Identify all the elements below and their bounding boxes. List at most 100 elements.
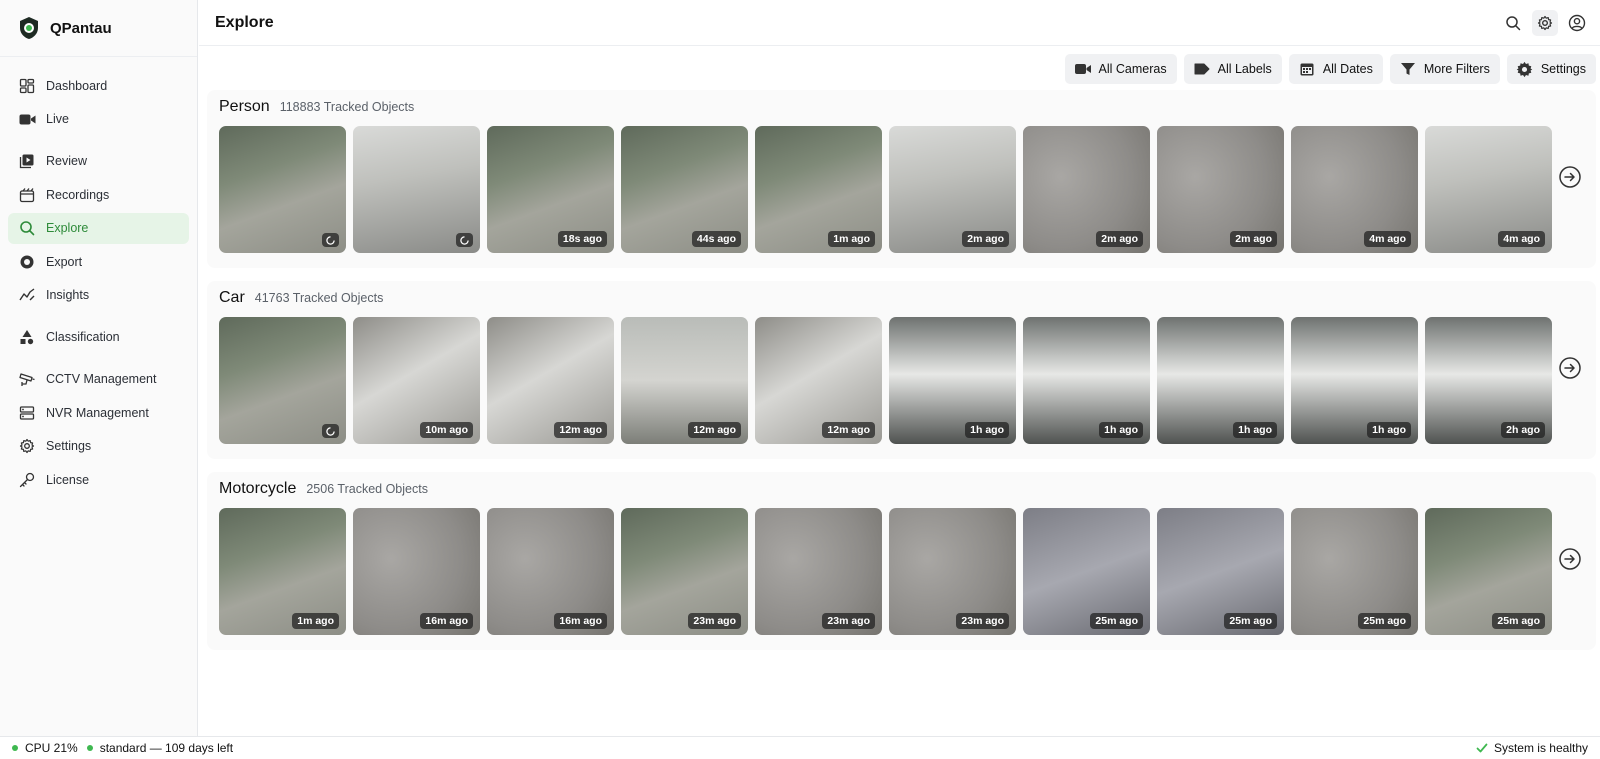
next-arrow-button[interactable] (1558, 547, 1582, 571)
thumbnail-strip: 1m ago 16m ago 16m ago 23m ago 23m ago 23m ag… (219, 508, 1552, 635)
time-ago-badge: 12m ago (822, 422, 875, 438)
section-header: Car 41763 Tracked Objects (219, 289, 383, 307)
tracked-object-thumbnail[interactable] (219, 317, 346, 444)
tracked-object-thumbnail[interactable]: 10m ago (353, 317, 480, 444)
section-motorcycle: Motorcycle 2506 Tracked Objects 1m ago 16… (207, 472, 1596, 650)
arrow-right-circle-icon (1558, 165, 1582, 189)
tracked-object-thumbnail[interactable]: 18s ago (487, 126, 614, 253)
all-labels-label: All Labels (1217, 62, 1272, 76)
tracked-object-thumbnail[interactable]: 12m ago (487, 317, 614, 444)
cpu-usage: CPU 21% (25, 741, 78, 755)
time-ago-badge: 23m ago (956, 613, 1009, 629)
tracked-object-thumbnail[interactable]: 1h ago (1291, 317, 1418, 444)
search-button[interactable] (1500, 10, 1526, 36)
time-ago-badge: 2m ago (1096, 231, 1143, 247)
settings-button[interactable] (1532, 10, 1558, 36)
section-header: Motorcycle 2506 Tracked Objects (219, 480, 428, 498)
sidebar-item-recordings[interactable]: Recordings (8, 179, 189, 210)
tracked-object-thumbnail[interactable]: 2m ago (889, 126, 1016, 253)
gear-icon (1537, 15, 1553, 31)
section-count: 2506 Tracked Objects (306, 482, 428, 496)
shapes-icon (18, 328, 36, 346)
tracked-object-thumbnail[interactable]: 1h ago (1023, 317, 1150, 444)
shield-logo-icon (17, 15, 41, 41)
tracked-object-thumbnail[interactable] (353, 126, 480, 253)
review-icon (18, 152, 36, 170)
tracked-object-thumbnail[interactable] (219, 126, 346, 253)
tracked-object-thumbnail[interactable]: 44s ago (621, 126, 748, 253)
top-header: Explore (199, 0, 1600, 46)
loading-spinner-icon (456, 233, 473, 247)
tracked-object-thumbnail[interactable]: 2h ago (1425, 317, 1552, 444)
sidebar-item-insights[interactable]: Insights (8, 280, 189, 311)
cpu-status-dot (12, 745, 18, 751)
sidebar-item-classification[interactable]: Classification (8, 322, 189, 353)
time-ago-badge: 25m ago (1224, 613, 1277, 629)
time-ago-badge: 12m ago (688, 422, 741, 438)
time-ago-badge: 18s ago (557, 231, 607, 247)
tracked-object-thumbnail[interactable]: 16m ago (487, 508, 614, 635)
account-button[interactable] (1564, 10, 1590, 36)
sidebar-item-live[interactable]: Live (8, 104, 189, 135)
all-cameras-button[interactable]: All Cameras (1064, 54, 1177, 84)
sidebar-item-label: NVR Management (46, 405, 149, 420)
user-circle-icon (1568, 14, 1586, 32)
tracked-object-thumbnail[interactable]: 16m ago (353, 508, 480, 635)
tracked-object-thumbnail[interactable]: 12m ago (755, 317, 882, 444)
time-ago-badge: 1h ago (1099, 422, 1143, 438)
explore-settings-button[interactable]: Settings (1506, 54, 1596, 84)
next-arrow-button[interactable] (1558, 165, 1582, 189)
sidebar-item-label: Classification (46, 330, 120, 344)
all-labels-button[interactable]: All Labels (1183, 54, 1282, 84)
sidebar-item-review[interactable]: Review (8, 146, 189, 177)
tracked-object-thumbnail[interactable]: 4m ago (1291, 126, 1418, 253)
sidebar-item-cctv-management[interactable]: CCTV Management (8, 364, 189, 395)
video-camera-icon (1074, 60, 1092, 78)
tracked-object-thumbnail[interactable]: 1m ago (755, 126, 882, 253)
tracked-object-thumbnail[interactable]: 12m ago (621, 317, 748, 444)
export-icon (18, 253, 36, 271)
sidebar-item-dashboard[interactable]: Dashboard (8, 70, 189, 101)
sidebar-item-license[interactable]: License (8, 464, 189, 495)
time-ago-badge: 25m ago (1090, 613, 1143, 629)
header-tools (1500, 10, 1590, 36)
brand[interactable]: QPantau (0, 0, 197, 57)
next-arrow-button[interactable] (1558, 356, 1582, 380)
sidebar-item-label: Export (46, 254, 83, 269)
video-camera-icon (18, 110, 36, 128)
tracked-object-thumbnail[interactable]: 1m ago (219, 508, 346, 635)
all-dates-label: All Dates (1322, 62, 1373, 76)
sidebar-item-settings[interactable]: Settings (8, 431, 189, 462)
tracked-object-thumbnail[interactable]: 2m ago (1157, 126, 1284, 253)
arrow-right-circle-icon (1558, 356, 1582, 380)
tracked-object-thumbnail[interactable]: 2m ago (1023, 126, 1150, 253)
sidebar-item-export[interactable]: Export (8, 246, 189, 277)
license-status-dot (86, 745, 93, 751)
tracked-object-thumbnail[interactable]: 25m ago (1425, 508, 1552, 635)
tracked-object-thumbnail[interactable]: 4m ago (1425, 126, 1552, 253)
time-ago-badge: 1h ago (965, 422, 1009, 438)
time-ago-badge: 1m ago (292, 613, 339, 629)
time-ago-badge: 12m ago (554, 422, 607, 438)
tracked-object-thumbnail[interactable]: 25m ago (1023, 508, 1150, 635)
tracked-object-thumbnail[interactable]: 23m ago (755, 508, 882, 635)
tracked-object-thumbnail[interactable]: 25m ago (1291, 508, 1418, 635)
loading-spinner-icon (322, 424, 339, 438)
recordings-icon (18, 186, 36, 204)
tracked-object-thumbnail[interactable]: 1h ago (889, 317, 1016, 444)
sidebar-item-label: CCTV Management (46, 372, 157, 386)
tracked-object-thumbnail[interactable]: 23m ago (621, 508, 748, 635)
time-ago-badge: 16m ago (554, 613, 607, 629)
tracked-object-thumbnail[interactable]: 1h ago (1157, 317, 1284, 444)
explore-settings-label: Settings (1540, 62, 1586, 76)
tracked-object-thumbnail[interactable]: 25m ago (1157, 508, 1284, 635)
page-title: Explore (215, 13, 274, 31)
all-dates-button[interactable]: All Dates (1288, 54, 1383, 84)
time-ago-badge: 25m ago (1358, 613, 1411, 629)
more-filters-button[interactable]: More Filters (1389, 54, 1500, 84)
search-icon (18, 219, 36, 237)
tracked-object-thumbnail[interactable]: 23m ago (889, 508, 1016, 635)
sidebar-item-explore[interactable]: Explore (8, 212, 189, 244)
sidebar-item-nvr-management[interactable]: NVR Management (8, 397, 189, 428)
thumbnail-strip: 10m ago 12m ago 12m ago 12m ago 1h ago 1h ago… (219, 317, 1552, 444)
